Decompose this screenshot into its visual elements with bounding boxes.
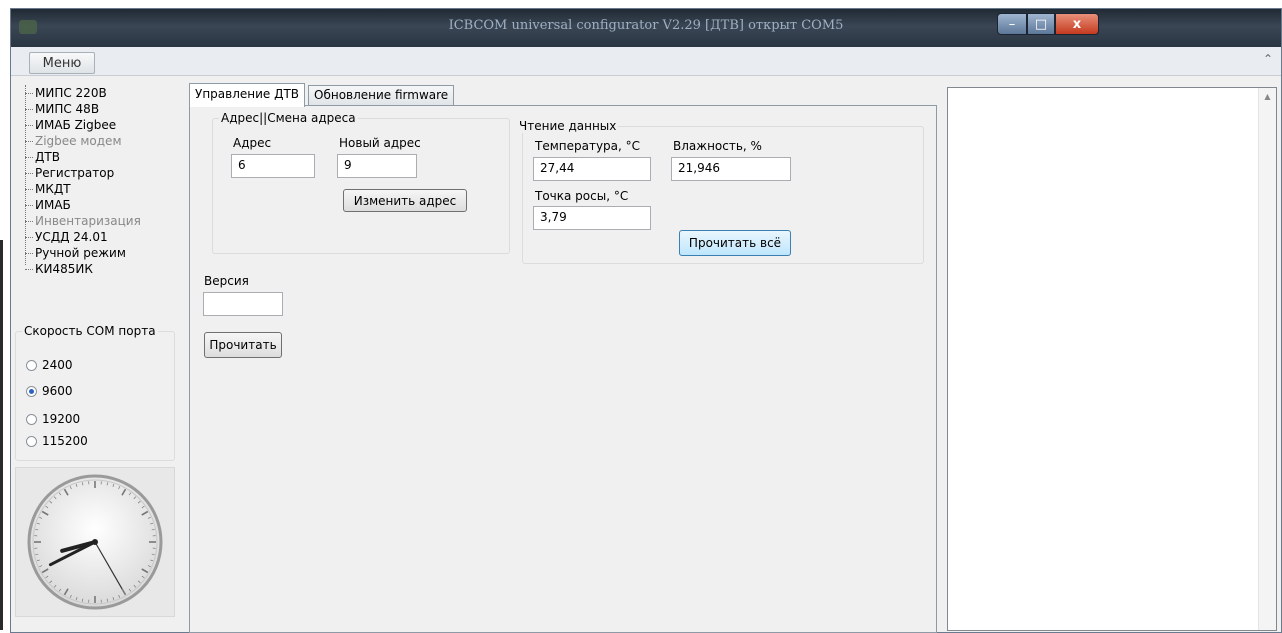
- scroll-up-icon[interactable]: ▲: [1259, 92, 1276, 101]
- menu-button[interactable]: Меню: [29, 52, 95, 74]
- radio-dot-icon[interactable]: [26, 413, 37, 425]
- device-tree: МИПС 220В МИПС 48В ИМАБ Zigbee Zigbee модем…: [25, 85, 141, 277]
- tree-item[interactable]: Регистратор: [25, 165, 141, 181]
- speed-radio-label: 19200: [42, 412, 81, 426]
- humidity-field[interactable]: 21,946: [671, 157, 791, 181]
- temperature-label: Температура, °С: [535, 139, 641, 153]
- address-label: Адрес: [233, 136, 272, 150]
- radio-dot-icon[interactable]: [26, 435, 37, 447]
- speed-radio-label: 2400: [42, 358, 73, 372]
- humidity-label: Влажность, %: [673, 139, 762, 153]
- version-label: Версия: [204, 274, 249, 288]
- speed-radio-9600[interactable]: 9600: [26, 382, 73, 400]
- log-scrollbar[interactable]: ▲: [1258, 88, 1276, 630]
- dewpoint-field[interactable]: 3,79: [533, 206, 651, 230]
- tree-item[interactable]: КИ485ИК: [25, 261, 141, 277]
- left-panel: МИПС 220В МИПС 48В ИМАБ Zigbee Zigbee модем…: [11, 77, 179, 633]
- change-address-button[interactable]: Изменить адрес: [343, 189, 467, 212]
- clock-widget: [15, 467, 175, 617]
- collapse-icon[interactable]: ⌃: [1263, 52, 1273, 66]
- new-address-field[interactable]: 9: [337, 154, 417, 178]
- speed-radio-label: 9600: [42, 384, 73, 398]
- com-speed-title: Скорость COM порта: [22, 324, 158, 338]
- address-group: Адрес||Смена адреса Адрес 6 Новый адрес …: [212, 111, 510, 254]
- tab-page-dtv-control: Адрес||Смена адреса Адрес 6 Новый адрес …: [189, 105, 937, 633]
- address-group-title: Адрес||Смена адреса: [219, 111, 358, 125]
- clock-face: [27, 474, 163, 610]
- menu-bar: Меню ⌃: [11, 47, 1281, 76]
- close-button[interactable]: x: [1055, 13, 1099, 35]
- address-field[interactable]: 6: [231, 154, 315, 178]
- speed-radio-label: 115200: [42, 434, 88, 448]
- speed-radio-115200[interactable]: 115200: [26, 432, 88, 450]
- tree-item[interactable]: УСДД 24.01: [25, 229, 141, 245]
- tree-item[interactable]: МКДТ: [25, 181, 141, 197]
- read-data-group: Чтение данных Температура, °С 27,44 Влаж…: [517, 119, 924, 264]
- tree-item[interactable]: Zigbee модем: [25, 133, 141, 149]
- com-speed-group: Скорость COM порта 2400 9600 19200 115200: [15, 324, 175, 461]
- tab-dtv-control[interactable]: Управление ДТВ: [189, 83, 306, 107]
- tree-item[interactable]: ИМАБ: [25, 197, 141, 213]
- log-panel[interactable]: ▲: [947, 87, 1277, 631]
- tree-item[interactable]: Инвентаризация: [25, 213, 141, 229]
- dewpoint-label: Точка росы, °С: [535, 189, 629, 203]
- maximize-button[interactable]: □: [1027, 13, 1055, 35]
- temperature-field[interactable]: 27,44: [533, 157, 651, 181]
- radio-dot-icon[interactable]: [26, 359, 37, 371]
- app-window: ICBCOM universal configurator V2.29 [ДТВ…: [10, 8, 1282, 633]
- read-all-button[interactable]: Прочитать всё: [679, 230, 791, 256]
- version-field[interactable]: [203, 292, 283, 316]
- tree-item[interactable]: МИПС 220В: [25, 85, 141, 101]
- tree-item[interactable]: МИПС 48В: [25, 101, 141, 117]
- minimize-button[interactable]: –: [997, 13, 1027, 35]
- speed-radio-2400[interactable]: 2400: [26, 356, 73, 374]
- window-shadow-edge: [0, 240, 3, 630]
- read-data-title: Чтение данных: [517, 119, 619, 133]
- tree-item[interactable]: ДТВ: [25, 149, 141, 165]
- title-bar[interactable]: ICBCOM universal configurator V2.29 [ДТВ…: [11, 9, 1281, 47]
- read-version-button[interactable]: Прочитать: [204, 332, 282, 358]
- main-area: Управление ДТВ Обновление firmware Адрес…: [179, 77, 941, 633]
- tree-item[interactable]: ИМАБ Zigbee: [25, 117, 141, 133]
- speed-radio-19200[interactable]: 19200: [26, 410, 80, 428]
- new-address-label: Новый адрес: [339, 136, 421, 150]
- radio-dot-icon[interactable]: [26, 385, 37, 397]
- tree-item[interactable]: Ручной режим: [25, 245, 141, 261]
- tab-firmware-update[interactable]: Обновление firmware: [308, 85, 455, 105]
